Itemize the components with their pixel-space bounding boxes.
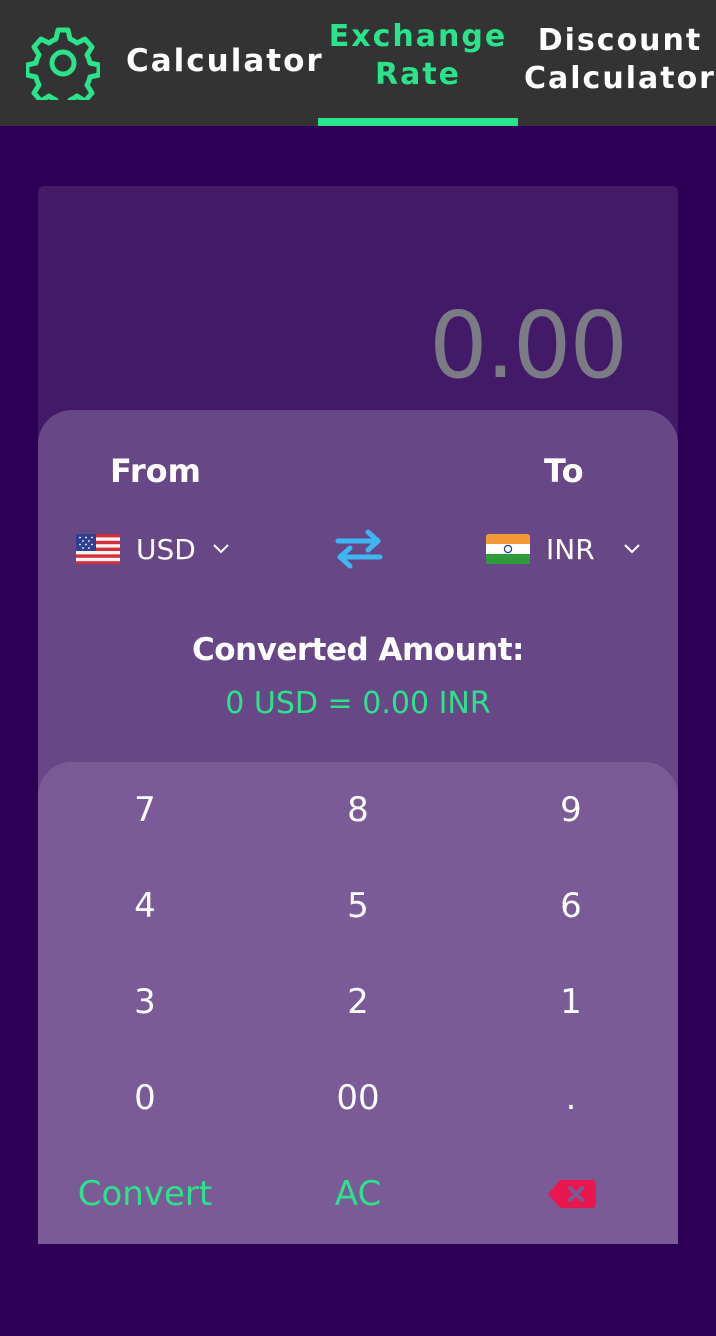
tab-discount-calculator[interactable]: Discount Calculator [522,22,716,98]
active-tab-indicator [318,118,518,126]
key-4[interactable]: 4 [85,876,205,936]
converted-amount-title: Converted Amount: [192,632,524,668]
key-00[interactable]: 00 [298,1068,418,1128]
chevron-down-icon [213,544,229,554]
from-label: From [110,452,201,490]
gear-icon[interactable] [26,26,100,100]
to-label: To [544,452,584,490]
tab-exchange-rate[interactable]: Exchange Rate [318,18,518,94]
from-currency-select[interactable]: USD [76,528,230,570]
key-9[interactable]: 9 [511,780,631,840]
to-currency-select[interactable]: INR [486,528,641,570]
key-5[interactable]: 5 [298,876,418,936]
us-flag-icon [76,534,120,564]
convert-button[interactable]: Convert [70,1164,220,1224]
key-6[interactable]: 6 [511,876,631,936]
swap-arrows-icon[interactable] [334,528,384,570]
chevron-down-icon [623,544,640,554]
key-decimal[interactable]: . [511,1068,631,1128]
key-7[interactable]: 7 [85,780,205,840]
tab-calculator[interactable]: Calculator [126,42,324,80]
key-8[interactable]: 8 [298,780,418,840]
key-0[interactable]: 0 [85,1068,205,1128]
backspace-icon[interactable] [546,1178,598,1210]
amount-display: 0.00 [429,292,628,399]
clear-all-button[interactable]: AC [298,1164,418,1224]
key-2[interactable]: 2 [298,972,418,1032]
to-currency-code: INR [546,532,595,566]
converted-amount-result: 0 USD = 0.00 INR [225,686,491,721]
key-3[interactable]: 3 [85,972,205,1032]
tab-exchange-rate-line1: Exchange [328,19,508,54]
tab-discount-line2: Calculator [524,61,716,96]
from-currency-code: USD [136,532,196,566]
tab-exchange-rate-line2: Rate [374,57,462,92]
india-flag-icon [486,534,530,564]
top-tab-bar: Calculator Exchange Rate Discount Calcul… [0,0,716,126]
tab-discount-line1: Discount [537,23,703,58]
key-1[interactable]: 1 [511,972,631,1032]
